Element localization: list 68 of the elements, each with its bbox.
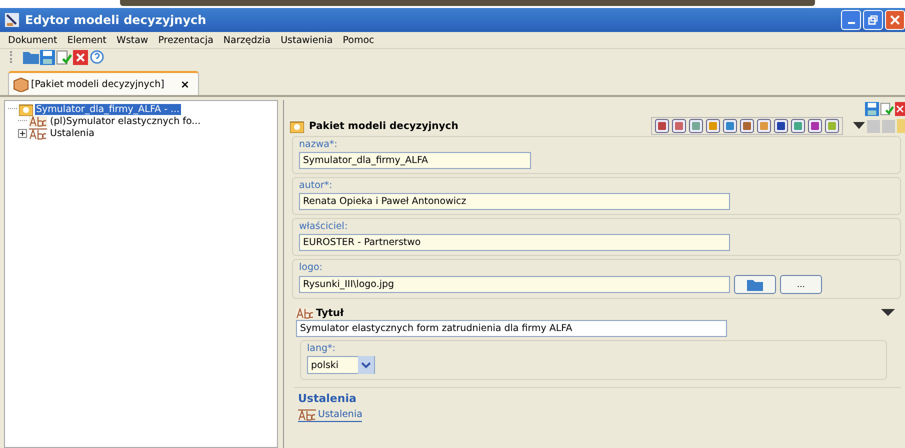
tree-item[interactable]: Symulator_dla_firmy_ALFA - ...	[35, 104, 181, 114]
dropdown-arrow-icon[interactable]	[881, 309, 895, 317]
text-icon	[296, 308, 314, 318]
package-icon	[19, 102, 33, 116]
input-field[interactable]: Renata Opieka i Paweł Antonowicz	[299, 193, 730, 210]
settings-link[interactable]: Ustalenia	[298, 408, 362, 422]
tab[interactable]: [Pakiet modeli decyzyjnych] ×	[8, 71, 199, 95]
expand-toggle[interactable]	[18, 128, 27, 138]
input-field[interactable]: EUROSTER - Partnerstwo	[299, 234, 730, 251]
browse-button[interactable]	[734, 275, 776, 294]
close-button[interactable]	[885, 10, 905, 30]
dropdown-arrow-icon[interactable]	[853, 122, 865, 130]
field-label: lang*:	[307, 343, 336, 356]
panel-title: Pakiet modeli decyzyjnych	[309, 120, 458, 132]
text-icon	[29, 126, 47, 140]
package-icon	[290, 120, 304, 132]
document-check-icon[interactable]	[880, 102, 894, 116]
tool-icon[interactable]	[808, 119, 822, 133]
tool-icon[interactable]	[825, 119, 839, 133]
more-button[interactable]: ...	[780, 275, 822, 294]
menu-item[interactable]: Pomoc	[342, 34, 374, 46]
folder-icon[interactable]	[23, 50, 39, 64]
menu-item[interactable]: Wstaw	[116, 34, 148, 46]
tool-icon[interactable]	[706, 119, 720, 133]
tool-icon[interactable]	[774, 119, 788, 133]
section-title: Tytuł	[316, 308, 344, 318]
tool-icon[interactable]	[723, 119, 737, 133]
text-icon	[298, 408, 316, 421]
close-icon	[890, 15, 900, 25]
tool-icon[interactable]	[757, 119, 771, 133]
field-label: właściciel:	[299, 221, 349, 234]
tab-label: [Pakiet modeli decyzyjnych]	[31, 78, 164, 90]
document-check-icon[interactable]	[56, 50, 72, 64]
close-icon[interactable]	[73, 50, 88, 64]
field-label: nazwa*:	[299, 139, 338, 152]
tree-item[interactable]: (pl)Symulator elastycznych fo...	[49, 116, 202, 126]
package-icon	[13, 76, 29, 92]
menu-item[interactable]: Ustawienia	[280, 34, 333, 46]
text-icon	[29, 116, 47, 126]
tool-icon[interactable]	[791, 119, 805, 133]
save-icon[interactable]	[40, 50, 55, 64]
input-field[interactable]: Symulator elastycznych form zatrudnienia dla firmy ALFA	[296, 320, 727, 337]
menu-item[interactable]: Dokument	[8, 34, 58, 46]
folder-icon	[747, 278, 763, 290]
language-dropdown[interactable]: polski	[307, 356, 375, 374]
app-icon	[4, 12, 20, 28]
restore-icon	[868, 15, 878, 25]
chevron-down-icon	[358, 356, 374, 374]
tool-icon[interactable]	[740, 119, 754, 133]
field-label: logo:	[299, 262, 324, 275]
close-tab-button[interactable]: ×	[180, 78, 190, 90]
window-title: Edytor modeli decyzyjnych	[25, 13, 206, 27]
input-field[interactable]: Symulator_dla_firmy_ALFA	[299, 152, 531, 169]
menu-item[interactable]: Prezentacja	[158, 34, 214, 46]
field-label: autor*:	[299, 180, 334, 193]
tool-icon[interactable]	[689, 119, 703, 133]
save-icon[interactable]	[865, 102, 879, 116]
minimize-button[interactable]	[841, 10, 861, 30]
menu-item[interactable]: Narzędzia	[223, 34, 271, 46]
tree-item[interactable]: Ustalenia	[49, 128, 96, 138]
close-icon[interactable]	[895, 102, 905, 116]
section-title: Ustalenia	[298, 392, 358, 407]
tool-icon[interactable]	[672, 119, 686, 133]
maximize-button[interactable]	[863, 10, 883, 30]
tool-icon[interactable]	[655, 119, 669, 133]
minimize-icon	[848, 22, 854, 24]
input-field[interactable]: Rysunki_III\logo.jpg	[299, 276, 730, 293]
menu-item[interactable]: Element	[67, 34, 107, 46]
